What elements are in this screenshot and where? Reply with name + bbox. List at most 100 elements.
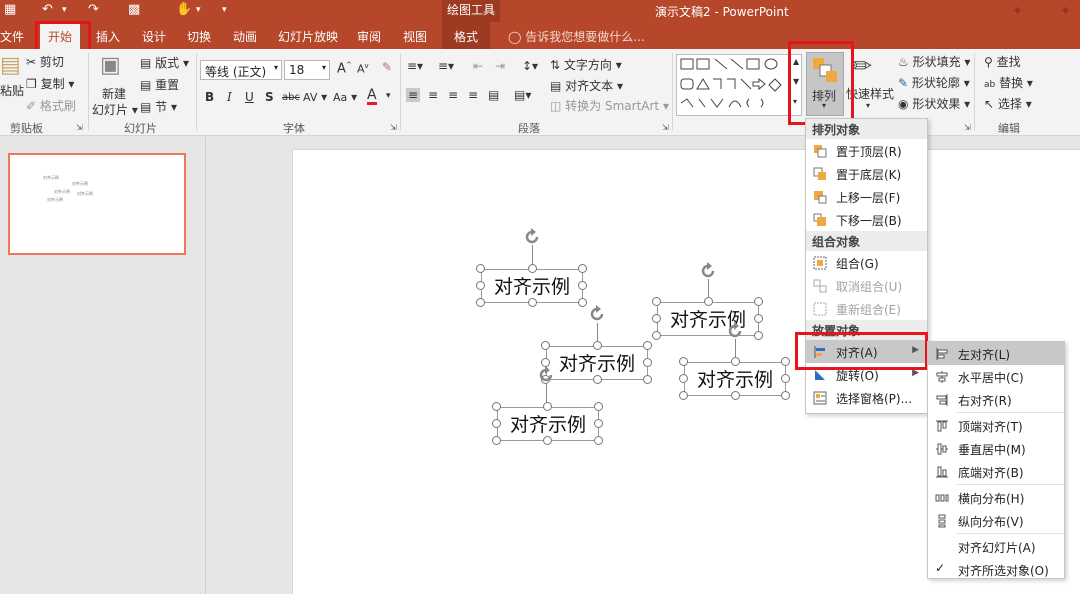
smartart-button[interactable]: ◫ 转换为 SmartArt ▾ [550, 97, 669, 114]
new-slide-label-2[interactable]: 幻灯片 ▾ [92, 101, 138, 118]
decrease-indent-button[interactable]: ⇤ [473, 59, 483, 73]
resize-handle[interactable] [492, 402, 501, 411]
rotate-handle-icon[interactable] [537, 366, 555, 384]
menu-align-middle[interactable]: 垂直居中(M) [928, 437, 1064, 460]
tab-transitions[interactable]: 切换 [187, 28, 211, 45]
increase-indent-button[interactable]: ⇥ [495, 59, 505, 73]
menu-regroup[interactable]: 重新组合(E) [806, 297, 927, 320]
resize-handle[interactable] [593, 375, 602, 384]
menu-send-to-back[interactable]: 置于底层(K) [806, 162, 927, 185]
menu-bring-forward[interactable]: 上移一层(F) [806, 185, 927, 208]
slide-thumbnail-1[interactable]: 对齐示例 对齐示例 对齐示例 对齐示例 对齐示例 [8, 153, 186, 255]
tab-animations[interactable]: 动画 [233, 28, 257, 45]
resize-handle[interactable] [754, 297, 763, 306]
shadow-button[interactable]: S [265, 90, 274, 104]
clipboard-launcher-icon[interactable]: ⇲ [76, 123, 83, 132]
resize-handle[interactable] [754, 314, 763, 323]
resize-handle[interactable] [492, 436, 501, 445]
menu-align-right[interactable]: 右对齐(R) [928, 388, 1064, 411]
tab-review[interactable]: 审阅 [357, 28, 381, 45]
resize-handle[interactable] [476, 264, 485, 273]
clear-format-icon[interactable]: ✎ [382, 60, 392, 74]
paste-button[interactable]: 粘贴 [0, 82, 24, 99]
numbering-button[interactable]: ≡▾ [438, 59, 454, 73]
resize-handle[interactable] [781, 391, 790, 400]
align-text-button[interactable]: ▤ 对齐文本 ▾ [550, 77, 623, 94]
reset-button[interactable]: ▤ 重置 [140, 76, 179, 93]
quick-styles-dropdown-icon[interactable]: ▾ [866, 101, 870, 110]
resize-handle[interactable] [594, 402, 603, 411]
font-size-combo[interactable]: 18 ▾ [284, 60, 330, 80]
underline-button[interactable]: U [245, 90, 254, 104]
change-case-button[interactable]: Aa ▾ [333, 90, 357, 104]
resize-handle[interactable] [679, 357, 688, 366]
rotate-handle-icon[interactable] [699, 262, 717, 280]
resize-handle[interactable] [781, 357, 790, 366]
shape-fill-button[interactable]: ♨ 形状填充 ▾ [898, 53, 970, 70]
menu-align-to-slide[interactable]: 对齐幻灯片(A) [928, 535, 1064, 558]
tab-format[interactable]: 格式 [442, 22, 491, 49]
resize-handle[interactable] [594, 419, 603, 428]
menu-distribute-horizontally[interactable]: 横向分布(H) [928, 486, 1064, 509]
menu-align-left[interactable]: 左对齐(L) [928, 342, 1064, 365]
justify-text-button[interactable]: ≡ [468, 88, 478, 102]
resize-handle[interactable] [731, 391, 740, 400]
undo-icon[interactable]: ↶ [42, 2, 53, 17]
resize-handle[interactable] [492, 419, 501, 428]
resize-handle[interactable] [652, 331, 661, 340]
text-direction-button[interactable]: ⇅ 文字方向 ▾ [550, 56, 622, 73]
shrink-font-button[interactable]: Av [357, 62, 369, 76]
menu-align-selected-objects[interactable]: ✓ 对齐所选对象(O) [928, 558, 1064, 581]
menu-selection-pane[interactable]: 选择窗格(P)... [806, 386, 927, 409]
menu-ungroup[interactable]: 取消组合(U) [806, 274, 927, 297]
shape-effects-button[interactable]: ◉ 形状效果 ▾ [898, 95, 970, 112]
menu-send-backward[interactable]: 下移一层(B) [806, 208, 927, 231]
touch-dropdown-icon[interactable]: ▾ [196, 5, 201, 15]
font-color-button[interactable]: A [367, 88, 377, 105]
paragraph-launcher-icon[interactable]: ⇲ [662, 123, 669, 132]
quick-styles-icon[interactable]: ✏ [852, 52, 872, 80]
grow-font-button[interactable]: A^ [337, 61, 352, 76]
tell-me-box[interactable]: ◯ 告诉我您想要做什么... [508, 28, 645, 45]
font-launcher-icon[interactable]: ⇲ [390, 123, 397, 132]
redo-icon[interactable]: ↷ [88, 2, 99, 17]
resize-handle[interactable] [754, 331, 763, 340]
menu-align-top[interactable]: 顶端对齐(T) [928, 414, 1064, 437]
undo-dropdown-icon[interactable]: ▾ [62, 5, 67, 15]
resize-handle[interactable] [578, 281, 587, 290]
resize-handle[interactable] [528, 264, 537, 273]
find-button[interactable]: ⚲ 查找 [984, 53, 1021, 70]
touch-mode-icon[interactable]: ✋ [176, 2, 192, 17]
format-painter-button[interactable]: ✐ 格式刷 [26, 97, 76, 114]
resize-handle[interactable] [679, 374, 688, 383]
resize-handle[interactable] [594, 436, 603, 445]
tab-file[interactable]: 文件 [0, 28, 24, 45]
resize-handle[interactable] [781, 374, 790, 383]
strikethrough-button[interactable]: abc [282, 92, 300, 103]
rotate-handle-icon[interactable] [726, 322, 744, 340]
cut-button[interactable]: ✂ 剪切 [26, 53, 64, 70]
resize-handle[interactable] [543, 436, 552, 445]
save-icon[interactable]: ▦ [4, 2, 16, 17]
resize-handle[interactable] [652, 297, 661, 306]
resize-handle[interactable] [543, 402, 552, 411]
font-name-combo[interactable]: 等线 (正文) ▾ [200, 60, 282, 80]
drawing-launcher-icon[interactable]: ⇲ [964, 123, 971, 132]
resize-handle[interactable] [593, 341, 602, 350]
start-from-beginning-icon[interactable]: ▩ [128, 2, 140, 17]
align-right-text-button[interactable]: ≡ [448, 88, 458, 102]
menu-bring-to-front[interactable]: 置于顶层(R) [806, 139, 927, 162]
resize-handle[interactable] [578, 298, 587, 307]
resize-handle[interactable] [476, 298, 485, 307]
resize-handle[interactable] [643, 358, 652, 367]
paste-icon[interactable]: ▤ [0, 53, 21, 78]
bold-button[interactable]: B [205, 90, 214, 104]
menu-distribute-vertically[interactable]: 纵向分布(V) [928, 509, 1064, 532]
align-left-text-button[interactable]: ≡ [406, 88, 421, 102]
new-slide-icon[interactable]: ▣ [100, 53, 121, 78]
resize-handle[interactable] [476, 281, 485, 290]
resize-handle[interactable] [541, 341, 550, 350]
rotate-handle-icon[interactable] [523, 228, 541, 246]
center-text-button[interactable]: ≡ [428, 88, 438, 102]
copy-button[interactable]: ❐ 复制 ▾ [26, 75, 74, 92]
